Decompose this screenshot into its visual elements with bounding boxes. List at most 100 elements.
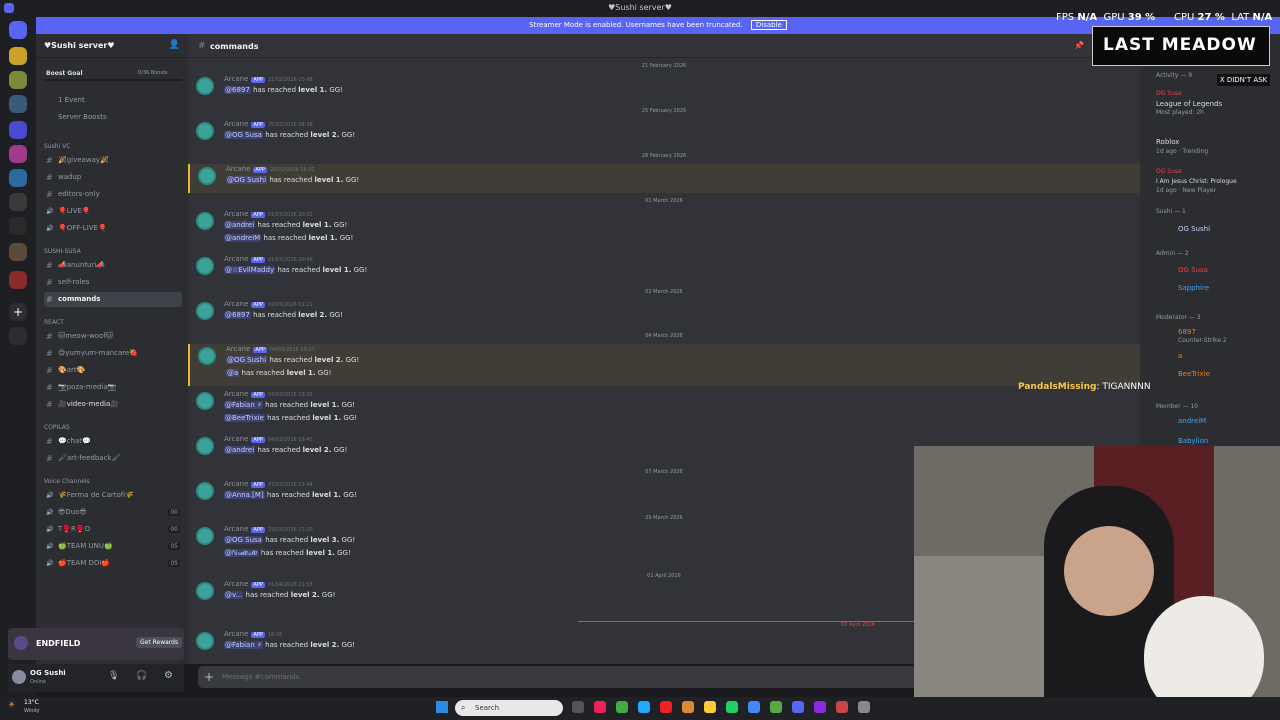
bot-avatar[interactable] (196, 482, 214, 500)
channel-anunturi[interactable]: 📣anunturi📣 (44, 258, 182, 273)
discover-icon[interactable] (9, 327, 27, 345)
pin-icon[interactable]: 📌 (1074, 41, 1084, 50)
member-name[interactable]: Babylion (1178, 437, 1208, 445)
channel-off-live[interactable]: 🎈OFF-LIVE🎈 (44, 221, 182, 236)
voice-team-unu[interactable]: 🍏TEAM UNU🍏 (44, 539, 182, 554)
user-mention[interactable]: @Fabian ⚡ (224, 401, 263, 409)
avatar[interactable] (12, 670, 26, 684)
channel-video-media[interactable]: 🎥video-media🎥 (44, 397, 182, 412)
channel-live[interactable]: 🎈LIVE🎈 (44, 204, 182, 219)
taskbar-app-icon[interactable] (572, 701, 584, 713)
settings-gear-icon[interactable]: ⚙ (164, 670, 173, 681)
taskbar-app-icon[interactable] (836, 701, 848, 713)
message[interactable]: Arcane APP 01/03/2026 20:31 @andrei has rea… (188, 209, 1140, 251)
bot-avatar[interactable] (196, 582, 214, 600)
member-name[interactable]: OG Sushi (1178, 225, 1210, 233)
activity-user[interactable]: OG Susa (1156, 90, 1182, 97)
channel-yumyum-mancare[interactable]: 😋yumyum-mancare🍓 (44, 346, 182, 361)
add-member-icon[interactable]: 👤 (169, 40, 180, 50)
server-header[interactable]: ♥Sushi server♥ 👤 (36, 34, 188, 58)
channel-editors-only[interactable]: editors-only (44, 187, 182, 202)
bot-avatar[interactable] (196, 122, 214, 140)
bot-name[interactable]: Arcane (224, 390, 248, 398)
bot-name[interactable]: Arcane (224, 630, 248, 638)
taskbar-app-icon[interactable] (770, 701, 782, 713)
channel-commands[interactable]: commands (44, 292, 182, 307)
channel-art-feedback[interactable]: 🖌art-feedback🖌 (44, 451, 182, 466)
microphone-icon[interactable]: 🎙 (108, 671, 119, 681)
get-rewards-button[interactable]: Get Rewards (136, 637, 183, 648)
message[interactable]: Arcane APP 25/02/2026 08:36 @OG Susa has re… (188, 119, 1140, 148)
user-mention[interactable]: @Fabian ⚡ (224, 641, 263, 649)
user-mention[interactable]: @andreiM (224, 234, 262, 242)
bot-name[interactable]: Arcane (224, 210, 248, 218)
bot-name[interactable]: Arcane (224, 435, 248, 443)
category-react[interactable]: REACT (44, 319, 64, 326)
bot-avatar[interactable] (198, 167, 216, 185)
bot-name[interactable]: Arcane (224, 525, 248, 533)
server-icon[interactable] (9, 217, 27, 235)
message[interactable]: Arcane APP 21/02/2026 10:48 @6897 has reach… (188, 74, 1140, 103)
bot-avatar[interactable] (196, 77, 214, 95)
bot-name[interactable]: Arcane (224, 120, 248, 128)
server-icon[interactable] (9, 145, 27, 163)
voice-team-doi[interactable]: 🍎TEAM DOI🍎 (44, 556, 182, 571)
boost-goal-label[interactable]: Boost Goal (46, 70, 83, 77)
category-voice-channels[interactable]: Voice Channels (44, 478, 90, 485)
user-mention[interactable]: @Anna.[M] (224, 491, 265, 499)
taskbar-app-icon[interactable] (748, 701, 760, 713)
message[interactable]: Arcane APP 28/02/2026 18:31 @OG Sushi has r… (188, 164, 1140, 193)
user-mention[interactable]: @a (226, 369, 240, 377)
taskbar-app-icon[interactable] (660, 701, 672, 713)
channel-wadup[interactable]: wadup (44, 170, 182, 185)
user-mention[interactable]: @OG Sushi (226, 176, 268, 184)
user-mention[interactable]: @6897 (224, 311, 251, 319)
channel-chat[interactable]: 💬chat💬 (44, 434, 182, 449)
member-name[interactable]: a (1178, 352, 1182, 360)
voice-duo[interactable]: 😎Duo😎 (44, 505, 182, 520)
bot-avatar[interactable] (196, 437, 214, 455)
taskbar-app-icon[interactable] (594, 701, 606, 713)
taskbar-search[interactable]: ⌕ Search (455, 700, 563, 716)
bot-avatar[interactable] (196, 632, 214, 650)
message[interactable]: Arcane APP 04/03/2026 19:35 @Fabian ⚡ has r… (188, 389, 1140, 431)
channel-meow-woof[interactable]: 🐱meow-woof🐱 (44, 329, 182, 344)
message[interactable]: Arcane APP 01/03/2026 20:46 @☆EvilMaddy has… (188, 254, 1140, 283)
bot-avatar[interactable] (196, 392, 214, 410)
disable-streamer-button[interactable]: Disable (750, 20, 787, 30)
server-icon[interactable] (9, 169, 27, 187)
bot-avatar[interactable] (196, 212, 214, 230)
bot-name[interactable]: Arcane (224, 580, 248, 588)
bot-avatar[interactable] (196, 302, 214, 320)
taskbar-app-icon[interactable] (638, 701, 650, 713)
taskbar-app-icon[interactable] (792, 701, 804, 713)
taskbar-app-icon[interactable] (814, 701, 826, 713)
member-name[interactable]: 6897 (1178, 328, 1196, 336)
windows-start-icon[interactable] (436, 701, 448, 713)
voice-ferma-de-cartofi[interactable]: 🌾Ferma de Cartofi🌾 (44, 488, 182, 503)
bot-avatar[interactable] (198, 347, 216, 365)
server-icon[interactable] (9, 95, 27, 113)
taskbar-app-icon[interactable] (704, 701, 716, 713)
bot-name[interactable]: Arcane (224, 255, 248, 263)
server-icon[interactable] (9, 71, 27, 89)
add-server-icon[interactable]: + (9, 303, 27, 321)
user-mention[interactable]: @6897 (224, 86, 251, 94)
user-mention[interactable]: @andrei (224, 446, 256, 454)
channel-giveaway[interactable]: 🎉giveaway🎉 (44, 153, 182, 168)
user-mention[interactable]: @v... (224, 591, 244, 599)
member-name[interactable]: BeeTrixie (1178, 370, 1210, 378)
server-icon[interactable] (9, 121, 27, 139)
server-icon[interactable] (9, 243, 27, 261)
server-boosts-link[interactable]: Server Boosts (58, 113, 107, 121)
user-mention[interactable]: @OG Susa (224, 131, 263, 139)
channel-self-roles[interactable]: self-roles (44, 275, 182, 290)
server-icon[interactable] (9, 271, 27, 289)
bot-name[interactable]: Arcane (226, 165, 250, 173)
member-name[interactable]: andreiM (1178, 417, 1206, 425)
server-icon[interactable] (9, 47, 27, 65)
promo-banner[interactable]: ENDFIELD Get Rewards (8, 628, 184, 660)
user-mention[interactable]: @ℕℴ𝒹ℯ𝓈𝓉ℯ (224, 549, 259, 557)
headphones-icon[interactable]: 🎧 (136, 671, 147, 681)
direct-messages-icon[interactable] (9, 21, 27, 39)
